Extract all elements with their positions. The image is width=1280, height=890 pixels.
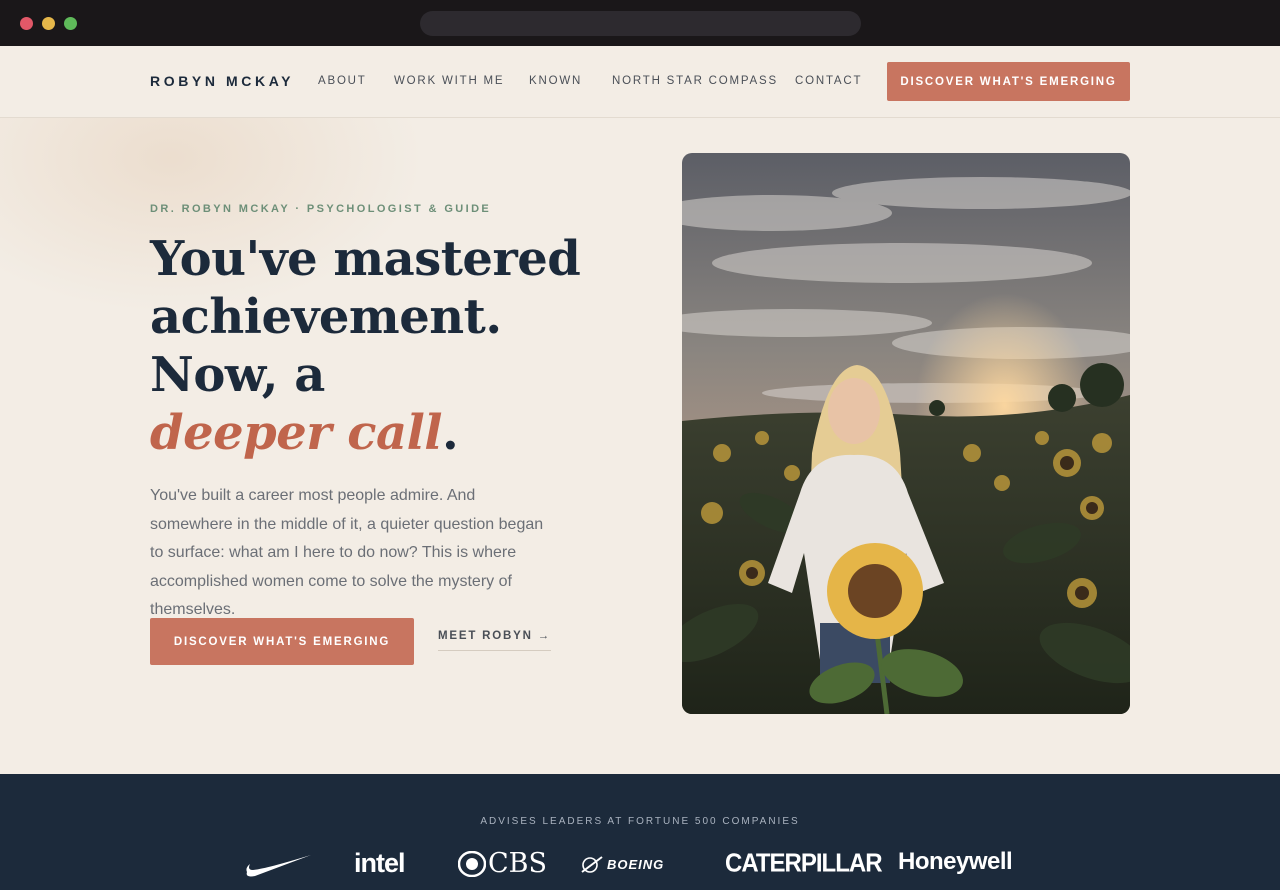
- headline-period: .: [442, 405, 459, 461]
- headline-line: Now, a: [150, 347, 325, 403]
- nav-link-about[interactable]: ABOUT: [318, 75, 367, 87]
- cbs-eye-icon: [458, 850, 486, 877]
- headline-accent: deeper call: [150, 405, 443, 461]
- nav-link-known[interactable]: KNOWN: [529, 75, 582, 87]
- headline-line: You've mastered: [150, 231, 581, 287]
- boeing-logo: BOEING: [580, 854, 664, 874]
- clients-label: ADVISES LEADERS AT FORTUNE 500 COMPANIES: [480, 816, 800, 827]
- intel-logo: intel: [354, 848, 406, 878]
- nav-cta-button[interactable]: DISCOVER WHAT'S EMERGING: [887, 62, 1130, 101]
- hero-lede: You've built a career most people admire…: [150, 487, 544, 619]
- hero-headline: You've mastered achievement. Now, a deep…: [150, 230, 581, 462]
- caterpillar-logo: CATERPILLAR: [725, 848, 883, 879]
- woman-in-sunflower-field-photo-icon: [682, 153, 1130, 714]
- boeing-globe-icon: [581, 856, 603, 873]
- nav-link-north-star-compass[interactable]: NORTH STAR COMPASS: [612, 75, 778, 87]
- site-logo[interactable]: ROBYN MCKAY: [150, 73, 294, 89]
- nav-link-work-with-me[interactable]: WORK WITH ME: [394, 75, 504, 87]
- cbs-logo: CBS: [458, 848, 547, 879]
- discover-button[interactable]: DISCOVER WHAT'S EMERGING: [150, 618, 414, 665]
- close-window-dot[interactable]: [20, 17, 33, 30]
- minimize-window-dot[interactable]: [42, 17, 55, 30]
- browser-chrome: [0, 0, 1280, 46]
- nike-swoosh-logo-icon: [246, 855, 311, 877]
- honeywell-logo: Honeywell: [898, 848, 1013, 875]
- meet-robyn-link[interactable]: MEET ROBYN →: [438, 630, 551, 651]
- client-logos-band: ADVISES LEADERS AT FORTUNE 500 COMPANIES…: [0, 774, 1280, 890]
- boeing-wordmark: BOEING: [607, 856, 665, 872]
- hero-photo: [682, 153, 1130, 714]
- site-header: ROBYN MCKAY ABOUT WORK WITH ME KNOWN NOR…: [0, 46, 1280, 118]
- hero-section: DR. ROBYN MCKAY · PSYCHOLOGIST & GUIDE Y…: [0, 118, 1280, 774]
- headline-line: achievement.: [150, 289, 502, 345]
- maximize-window-dot[interactable]: [64, 17, 77, 30]
- cbs-wordmark: CBS: [488, 848, 547, 879]
- nav-link-contact[interactable]: CONTACT: [795, 75, 862, 87]
- address-bar[interactable]: [420, 11, 861, 36]
- headline-line: deeper call.: [150, 404, 580, 462]
- hero-eyebrow: DR. ROBYN MCKAY · PSYCHOLOGIST & GUIDE: [150, 203, 492, 215]
